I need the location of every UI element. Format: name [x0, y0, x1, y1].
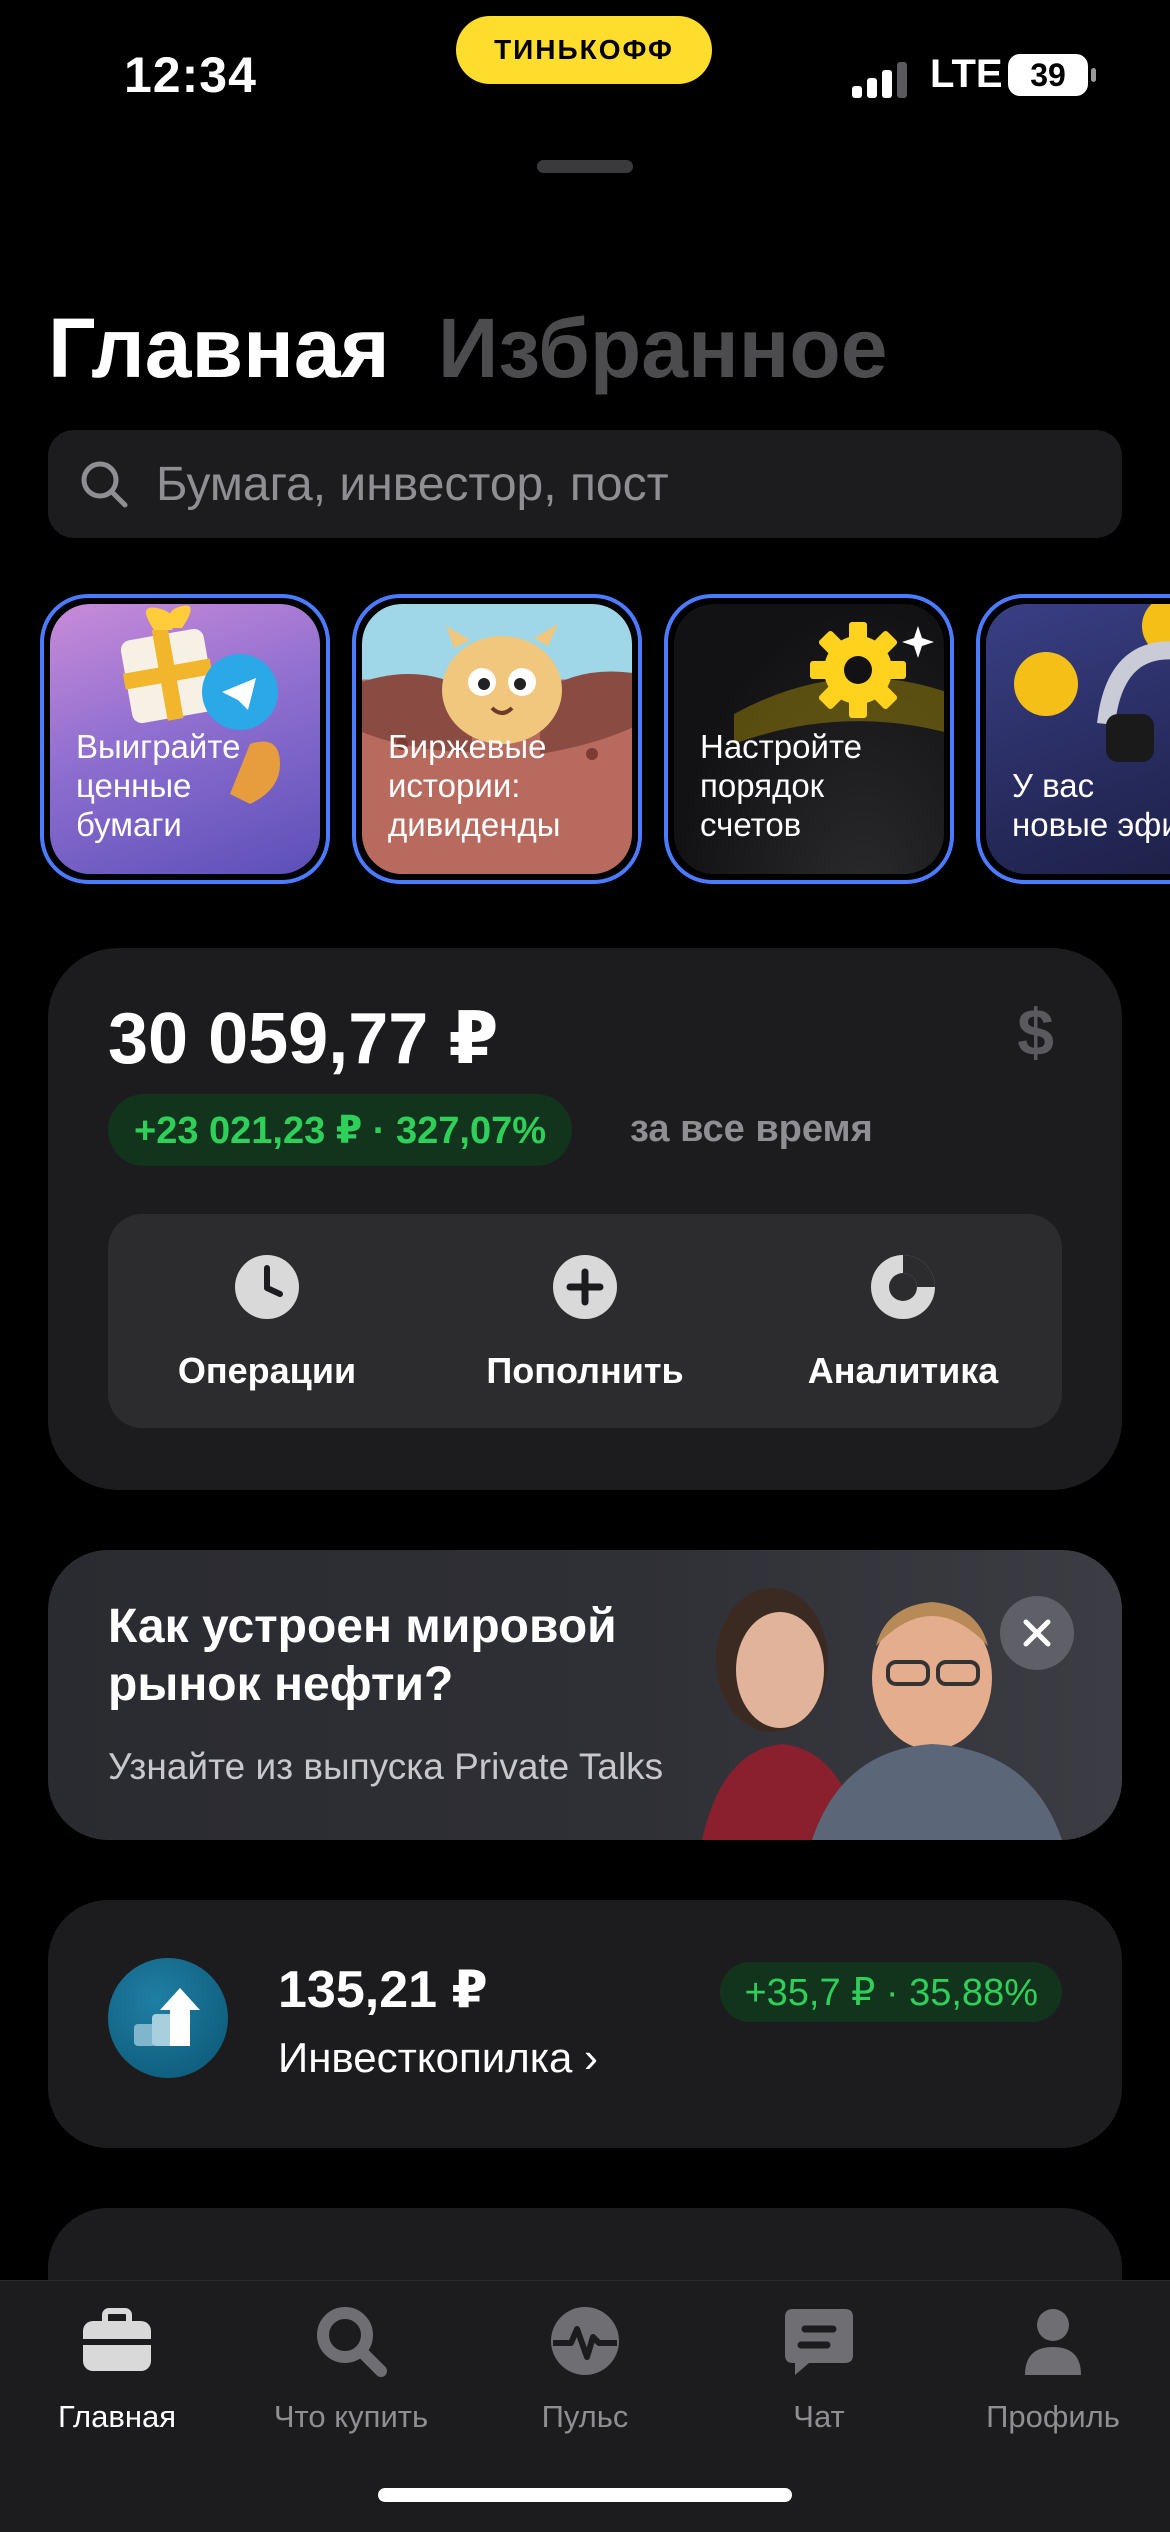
analytics-button[interactable]: Аналитика: [744, 1214, 1062, 1428]
brand-logo: ТИНЬКОФФ: [456, 16, 712, 84]
portfolio-gain-badge: +23 021,23 ₽ · 327,07%: [108, 1094, 573, 1166]
battery-icon: 39: [1008, 54, 1096, 96]
tabbar-label: Пульс: [541, 2399, 629, 2434]
signal-icon: [852, 62, 912, 98]
piggy-amount: 135,21 ₽: [278, 1961, 488, 2019]
story-card-prize[interactable]: Выиграйте ценные бумаги: [40, 594, 330, 884]
tabbar-item-what-to-buy[interactable]: Что купить: [234, 2301, 468, 2435]
search-bar[interactable]: [48, 430, 1122, 538]
close-button[interactable]: [1000, 1596, 1074, 1670]
portfolio-card[interactable]: 30 059,77 ₽ $ +23 021,23 ₽ · 327,07% за …: [48, 948, 1122, 1490]
battery-level: 39: [1030, 56, 1066, 93]
story-card-dividends[interactable]: Биржевые истории: дивиденды: [352, 594, 642, 884]
tabbar-label: Что купить: [273, 2399, 429, 2434]
story-text: У вас новые эфи: [1012, 767, 1170, 843]
close-icon: [1023, 1619, 1051, 1647]
action-label: Операции: [177, 1350, 357, 1391]
currency-switch-icon[interactable]: $: [1017, 994, 1054, 1070]
promo-banner[interactable]: Как устроен мировой рынок нефти? Узнайте…: [48, 1550, 1122, 1840]
piggy-icon: [108, 1958, 228, 2078]
story-text: Биржевые истории: дивиденды: [388, 728, 561, 843]
tabbar-label: Чат: [793, 2399, 845, 2434]
profile-icon: [1025, 2309, 1081, 2375]
tab-main[interactable]: Главная: [48, 300, 390, 397]
action-label: Пополнить: [486, 1350, 684, 1391]
story-text: Выиграйте ценные бумаги: [76, 728, 241, 843]
story-text: Настройте порядок счетов: [700, 728, 863, 843]
tab-favorites[interactable]: Избранное: [438, 300, 887, 397]
search-icon: [317, 2307, 387, 2377]
tabbar-item-profile[interactable]: Профиль: [936, 2301, 1170, 2435]
status-time: 12:34: [124, 47, 257, 103]
promo-subtitle: Узнайте из выпуска Private Talks: [108, 1746, 664, 1787]
story-card-broadcasts[interactable]: У вас новые эфи: [976, 594, 1170, 884]
search-icon: [81, 461, 128, 508]
plus-icon: [553, 1255, 617, 1319]
briefcase-icon: [83, 2308, 151, 2371]
gain-period[interactable]: за все время: [630, 1108, 873, 1151]
tabbar-label: Главная: [58, 2399, 176, 2434]
portfolio-amount: 30 059,77 ₽: [108, 999, 499, 1079]
clock-icon: [235, 1255, 299, 1319]
search-input[interactable]: [156, 456, 1056, 512]
growth-arrow-icon: [134, 1988, 200, 2046]
operations-button[interactable]: Операции: [108, 1214, 426, 1428]
pie-icon: [871, 1255, 935, 1319]
investkopilka-card[interactable]: 135,21 ₽ Инвесткопилка › +35,7 ₽ · 35,88…: [48, 1900, 1122, 2148]
tabbar-item-main[interactable]: Главная: [0, 2301, 234, 2435]
story-card-accounts[interactable]: Настройте порядок счетов: [664, 594, 954, 884]
chat-icon: [785, 2309, 853, 2375]
sheet-grabber[interactable]: [537, 160, 633, 173]
network-type: LTE: [930, 52, 1003, 96]
tabbar-label: Профиль: [986, 2399, 1120, 2434]
app-screen: 12:34 ТИНЬКОФФ LTE 39 Главная Избранное: [0, 0, 1170, 2532]
tabbar-item-chat[interactable]: Чат: [702, 2301, 936, 2435]
portfolio-actions: Операции Пополнить Аналитика: [108, 1214, 1062, 1428]
piggy-gain-badge: +35,7 ₽ · 35,88%: [720, 1962, 1062, 2022]
piggy-link[interactable]: Инвесткопилка ›: [278, 2034, 598, 2082]
home-indicator: [378, 2488, 792, 2502]
action-label: Аналитика: [807, 1350, 999, 1391]
tabbar-item-pulse[interactable]: Пульс: [468, 2301, 702, 2435]
pulse-icon: [551, 2307, 619, 2375]
top-up-button[interactable]: Пополнить: [426, 1214, 744, 1428]
promo-title: Как устроен мировой рынок нефти?: [108, 1600, 617, 1711]
